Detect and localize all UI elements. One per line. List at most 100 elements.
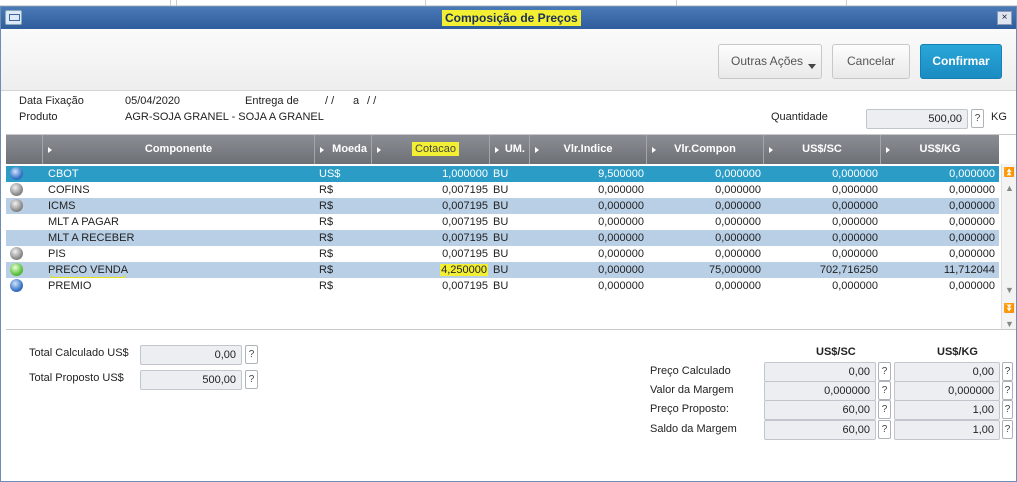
cell-us-kg: 0,000000 xyxy=(949,216,995,228)
chevron-down-icon xyxy=(808,64,816,69)
header-vlr-indice[interactable]: Vlr.Indice xyxy=(530,135,647,164)
window-title: Composição de Preços xyxy=(442,10,581,26)
produto-value: AGR-SOJA GRANEL - SOJA A GRANEL xyxy=(125,111,324,123)
cell-vlr-compon: 0,000000 xyxy=(715,168,761,180)
table-row[interactable]: COFINS R$ 0,007195 BU 0,000000 0,000000 0,0000… xyxy=(6,182,999,198)
toolbar: Outras Ações Cancelar Confirmar xyxy=(1,29,1016,91)
cell-um: BU xyxy=(493,232,509,244)
table-row[interactable]: PRECO VENDA R$ 4,250000 BU 0,000000 75,000000… xyxy=(6,262,999,279)
summary-us-kg-field[interactable]: 0,000000 xyxy=(894,381,1000,401)
cell-cotacao: 0,007195 xyxy=(442,248,488,260)
data-fixacao-value: 05/04/2020 xyxy=(125,95,181,107)
scroll-down-icon[interactable]: ▼ xyxy=(1003,282,1016,298)
cell-vlr-indice: 0,000000 xyxy=(598,264,644,276)
summary-us-kg-help-button[interactable]: ? xyxy=(1002,400,1013,419)
cell-vlr-indice: 0,000000 xyxy=(598,184,644,196)
scroll-down-small-icon[interactable]: ▼ xyxy=(1003,316,1016,329)
entrega-separator: a xyxy=(353,95,360,107)
cell-moeda: R$ xyxy=(319,248,334,260)
cell-vlr-indice: 9,500000 xyxy=(598,168,644,180)
header-vlr-compon[interactable]: Vlr.Compon xyxy=(647,135,764,164)
other-actions-label: Outras Ações xyxy=(731,54,804,68)
summary-us-sc-help-button[interactable]: ? xyxy=(878,420,891,439)
quantidade-unit: KG xyxy=(991,111,1007,123)
header-us-kg[interactable]: US$/KG xyxy=(881,135,999,164)
cell-cotacao: 0,007195 xyxy=(442,200,488,212)
cell-um: BU xyxy=(493,280,509,292)
summary-col-us-sc: US$/SC xyxy=(816,346,856,358)
cell-componente: PREMIO xyxy=(48,280,92,292)
header-status xyxy=(6,135,43,164)
scroll-bottom-icon[interactable]: ⏬ xyxy=(1003,300,1016,316)
quantidade-label: Quantidade xyxy=(771,111,828,123)
grid-scrollbar[interactable]: ⏫ ▲ ▼ ⏬ ▼ xyxy=(1001,164,1016,329)
summary-us-kg-help-button[interactable]: ? xyxy=(1002,420,1013,439)
cell-cotacao: 0,007195 xyxy=(442,184,488,196)
table-row[interactable]: MLT A PAGAR R$ 0,007195 BU 0,000000 0,000000 0… xyxy=(6,214,999,230)
summary-us-sc-help-button[interactable]: ? xyxy=(878,381,891,400)
quantidade-field[interactable]: 500,00 xyxy=(866,109,968,129)
confirm-button[interactable]: Confirmar xyxy=(920,44,1002,79)
summary-us-sc-field[interactable]: 60,00 xyxy=(764,400,876,420)
other-actions-button[interactable]: Outras Ações xyxy=(718,44,822,79)
cell-vlr-compon: 75,000000 xyxy=(709,264,761,276)
cell-vlr-indice: 0,000000 xyxy=(598,216,644,228)
data-fixacao-label: Data Fixação xyxy=(19,95,84,107)
summary-us-kg-field[interactable]: 1,00 xyxy=(894,400,1000,420)
cell-componente: COFINS xyxy=(48,184,90,196)
summary-us-sc-field[interactable]: 0,000000 xyxy=(764,381,876,401)
quantidade-help-button[interactable]: ? xyxy=(971,109,984,128)
header-info: Data Fixação 05/04/2020 Entrega de / / a… xyxy=(1,91,1016,131)
cell-moeda: R$ xyxy=(319,232,334,244)
cell-moeda: US$ xyxy=(319,168,341,180)
header-componente[interactable]: Componente xyxy=(43,135,315,164)
cell-componente: CBOT xyxy=(48,168,79,180)
close-icon[interactable]: × xyxy=(997,11,1012,25)
total-proposto-field[interactable]: 500,00 xyxy=(140,370,242,390)
table-row[interactable]: CBOT US$ 1,000000 BU 9,500000 0,000000 0,00000… xyxy=(6,166,999,182)
total-calculado-help-button[interactable]: ? xyxy=(245,345,258,364)
summary-us-sc-field[interactable]: 60,00 xyxy=(764,420,876,440)
cell-componente: PIS xyxy=(48,248,66,260)
table-row[interactable]: ICMS R$ 0,007195 BU 0,000000 0,000000 0,000000… xyxy=(6,198,999,214)
header-us-sc[interactable]: US$/SC xyxy=(764,135,881,164)
summary-col-us-kg: US$/KG xyxy=(937,346,978,358)
header-cotacao[interactable]: Cotacao xyxy=(372,135,490,164)
summary-us-kg-field[interactable]: 0,00 xyxy=(894,362,1000,382)
cancel-button[interactable]: Cancelar xyxy=(832,44,910,79)
cell-vlr-compon: 0,000000 xyxy=(715,232,761,244)
cell-us-kg: 0,000000 xyxy=(949,168,995,180)
cell-moeda: R$ xyxy=(319,264,334,276)
cell-us-kg: 0,000000 xyxy=(949,184,995,196)
total-calculado-field[interactable]: 0,00 xyxy=(140,345,242,365)
summary-us-sc-field[interactable]: 0,00 xyxy=(764,362,876,382)
cell-us-sc: 702,716250 xyxy=(819,264,878,276)
header-um[interactable]: UM. xyxy=(490,135,530,164)
scroll-up-icon[interactable]: ▲ xyxy=(1003,180,1016,196)
status-gray-icon xyxy=(10,247,23,260)
cell-us-kg: 0,000000 xyxy=(949,248,995,260)
scroll-top-icon[interactable]: ⏫ xyxy=(1003,164,1016,180)
cell-um: BU xyxy=(493,248,509,260)
table-row[interactable]: PREMIO R$ 0,007195 BU 0,000000 0,000000 0,0000… xyxy=(6,278,999,294)
summary-us-kg-help-button[interactable]: ? xyxy=(1002,362,1013,381)
cell-um: BU xyxy=(493,216,509,228)
cell-us-sc: 0,000000 xyxy=(832,216,878,228)
cell-us-sc: 0,000000 xyxy=(832,232,878,244)
summary-us-kg-field[interactable]: 1,00 xyxy=(894,420,1000,440)
cell-um: BU xyxy=(493,200,509,212)
table-row[interactable]: PIS R$ 0,007195 BU 0,000000 0,000000 0,000000 0… xyxy=(6,246,999,262)
cell-vlr-indice: 0,000000 xyxy=(598,232,644,244)
total-calculado-label: Total Calculado US$ xyxy=(29,347,129,359)
total-proposto-help-button[interactable]: ? xyxy=(245,370,258,389)
summary-row-label: Saldo da Margem xyxy=(650,423,737,435)
summary-us-kg-help-button[interactable]: ? xyxy=(1002,381,1013,400)
cell-vlr-compon: 0,000000 xyxy=(715,280,761,292)
table-row[interactable]: MLT A RECEBER R$ 0,007195 BU 0,000000 0,00000… xyxy=(6,230,999,246)
summary-us-sc-help-button[interactable]: ? xyxy=(878,400,891,419)
cell-cotacao: 1,000000 xyxy=(442,168,488,180)
header-moeda[interactable]: Moeda xyxy=(315,135,372,164)
entrega-to-value: / / xyxy=(367,95,377,107)
summary-us-sc-help-button[interactable]: ? xyxy=(878,362,891,381)
cell-vlr-indice: 0,000000 xyxy=(598,248,644,260)
